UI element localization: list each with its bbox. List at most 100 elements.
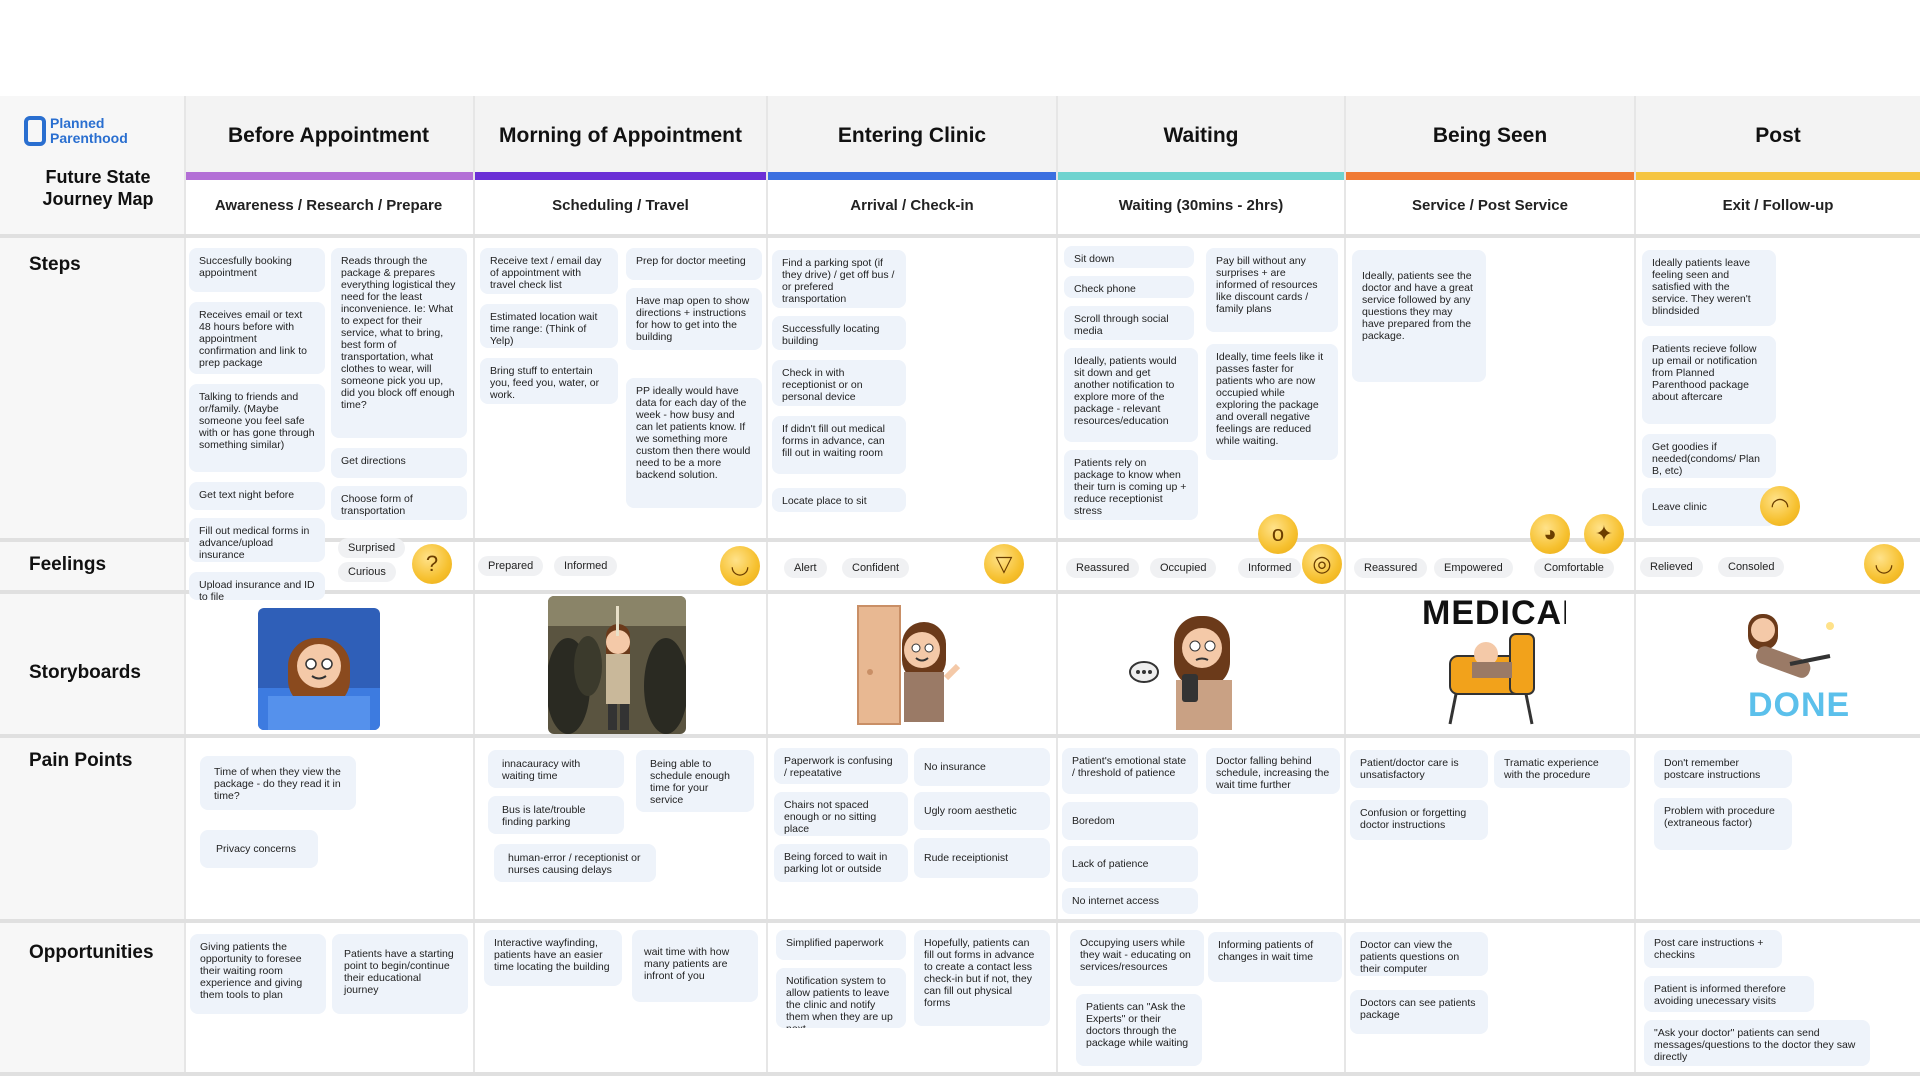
- opportunity-card: Post care instructions + checkins: [1644, 930, 1782, 968]
- opportunity-card: Patient is informed therefore avoiding u…: [1644, 976, 1814, 1012]
- pain-point-card: Chairs not spaced enough or no sitting p…: [774, 792, 908, 836]
- planned-parenthood-logo: Planned Parenthood: [24, 116, 128, 146]
- row-divider: [0, 234, 1920, 238]
- storyboard-phone-image: [1124, 602, 1252, 730]
- pain-point-card: Ugly room aesthetic: [914, 792, 1050, 830]
- step-card: Pay bill without any surprises + are inf…: [1206, 248, 1338, 332]
- medical-label: MEDICAL: [1422, 594, 1566, 632]
- stage-header-being-seen: Being Seen: [1346, 96, 1634, 176]
- opportunity-card: "Ask your doctor" patients can send mess…: [1644, 1020, 1870, 1066]
- column-divider: [473, 96, 475, 1076]
- stage-bar-before: [184, 172, 473, 180]
- step-card: Sit down: [1064, 246, 1194, 268]
- step-card: Get text night before: [189, 482, 325, 510]
- storyboard-bed-svg: [258, 608, 380, 730]
- step-card: Ideally, time feels like it passes faste…: [1206, 344, 1338, 460]
- pain-point-card: Problem with procedure (extraneous facto…: [1654, 798, 1792, 850]
- row-label-storyboards: Storyboards: [29, 662, 141, 683]
- saluting-face-icon: ◠: [1760, 486, 1800, 526]
- step-card: Get goodies if needed(condoms/ Plan B, e…: [1642, 434, 1776, 478]
- step-card: PP ideally would have data for each day …: [626, 378, 762, 508]
- storyboard-bed-image: [258, 608, 380, 730]
- stage-bar-morning: [475, 172, 766, 180]
- stage-header-morning: Morning of Appointment: [475, 96, 766, 176]
- monocle-face-icon: ◎: [1302, 544, 1342, 584]
- step-card: Patients recieve follow up email or noti…: [1642, 336, 1776, 424]
- opportunity-card: Informing patients of changes in wait ti…: [1208, 932, 1342, 982]
- pain-point-card: human-error / receptionist or nurses cau…: [494, 844, 656, 882]
- pain-point-card: Tramatic experience with the procedure: [1494, 750, 1630, 788]
- stage-bar-being-seen: [1346, 172, 1634, 180]
- step-card: Get directions: [331, 448, 467, 478]
- done-label: DONE: [1748, 686, 1851, 724]
- feeling-pill: Empowered: [1434, 558, 1513, 578]
- feeling-pill: Relieved: [1640, 557, 1703, 577]
- storyboard-done-image: DONE: [1730, 600, 1854, 730]
- feeling-pill: Informed: [1238, 558, 1302, 578]
- opportunity-card: Giving patients the opportunity to fores…: [190, 934, 326, 1014]
- stage-sub-post: Exit / Follow-up: [1636, 180, 1920, 230]
- column-divider: [184, 96, 186, 1076]
- stage-header-post: Post: [1636, 96, 1920, 176]
- stage-bar-entering: [768, 172, 1056, 180]
- step-card: Check in with receptionist or on persona…: [772, 360, 906, 406]
- storyboard-door-image: [854, 602, 964, 726]
- pain-point-card: Time of when they view the package - do …: [200, 756, 356, 810]
- pain-point-card: No insurance: [914, 748, 1050, 786]
- pain-point-card: Bus is late/trouble finding parking: [488, 796, 624, 834]
- pain-point-card: No internet access: [1062, 888, 1198, 914]
- row-label-feelings: Feelings: [29, 554, 107, 575]
- step-card: Bring stuff to entertain you, feed you, …: [480, 358, 618, 404]
- pain-point-card: Don't remember postcare instructions: [1654, 750, 1792, 788]
- row-label-steps: Steps: [29, 254, 81, 275]
- step-card: Ideally, patients see the doctor and hav…: [1352, 250, 1486, 382]
- yawning-face-icon: o: [1258, 514, 1298, 554]
- stage-header-entering: Entering Clinic: [768, 96, 1056, 176]
- storyboard-medical-image: MEDICAL: [1416, 594, 1566, 732]
- step-card: Have map open to show directions + instr…: [626, 288, 762, 350]
- pain-point-card: Boredom: [1062, 802, 1198, 840]
- step-card: Patients rely on package to know when th…: [1064, 450, 1198, 520]
- feeling-pill: Informed: [554, 556, 618, 576]
- pain-point-card: Privacy concerns: [200, 830, 318, 868]
- pain-point-card: innacauracy with waiting time: [488, 750, 624, 788]
- column-divider: [766, 96, 768, 1076]
- column-divider: [1634, 96, 1636, 1076]
- row-divider: [0, 1072, 1920, 1076]
- storyboard-phone-svg: [1129, 616, 1232, 730]
- step-card: Upload insurance and ID to file: [189, 572, 325, 600]
- feeling-pill: Surprised: [338, 538, 406, 558]
- pain-point-card: Confusion or forgetting doctor instructi…: [1350, 800, 1488, 840]
- pleading-face-icon: ◕: [1530, 514, 1570, 554]
- pain-point-card: Patient's emotional state / threshold of…: [1062, 748, 1198, 794]
- feeling-pill: Comfortable: [1534, 558, 1614, 578]
- grinning-face-icon: ▽: [984, 544, 1024, 584]
- stage-sub-being-seen: Service / Post Service: [1346, 180, 1634, 230]
- stage-header-before: Before Appointment: [184, 96, 473, 176]
- step-card: Estimated location wait time range: (Thi…: [480, 304, 618, 348]
- relieved-face-icon: ◡: [720, 546, 760, 586]
- row-label-pain-points: Pain Points: [29, 750, 133, 771]
- step-card: Ideally patients leave feeling seen and …: [1642, 250, 1776, 326]
- stage-bar-post: [1636, 172, 1920, 180]
- stage-sub-before: Awareness / Research / Prepare: [184, 180, 473, 230]
- opportunity-card: Occupying users while they wait - educat…: [1070, 930, 1204, 986]
- feeling-pill: Occupied: [1150, 558, 1217, 578]
- step-card: Prep for doctor meeting: [626, 248, 762, 280]
- opportunity-card: Hopefully, patients can fill out forms i…: [914, 930, 1050, 1026]
- opportunity-card: Simplified paperwork: [776, 930, 906, 960]
- pain-point-card: Being able to schedule enough time for y…: [636, 750, 754, 812]
- step-card: Receives email or text 48 hours before w…: [189, 302, 325, 374]
- opportunity-card: Doctors can see patients package: [1350, 990, 1488, 1034]
- step-card: Ideally, patients would sit down and get…: [1064, 348, 1198, 442]
- feeling-pill: Prepared: [478, 556, 544, 576]
- row-divider: [0, 734, 1920, 738]
- step-card: Leave clinic: [1642, 488, 1776, 526]
- pain-point-card: Doctor falling behind schedule, increasi…: [1206, 748, 1340, 794]
- column-divider: [1344, 96, 1346, 1076]
- row-label-column: [0, 96, 184, 1076]
- feeling-pill: Confident: [842, 558, 910, 578]
- feeling-pill: Alert: [784, 558, 827, 578]
- feeling-pill: Consoled: [1718, 557, 1785, 577]
- step-card: Talking to friends and or/family. (Maybe…: [189, 384, 325, 472]
